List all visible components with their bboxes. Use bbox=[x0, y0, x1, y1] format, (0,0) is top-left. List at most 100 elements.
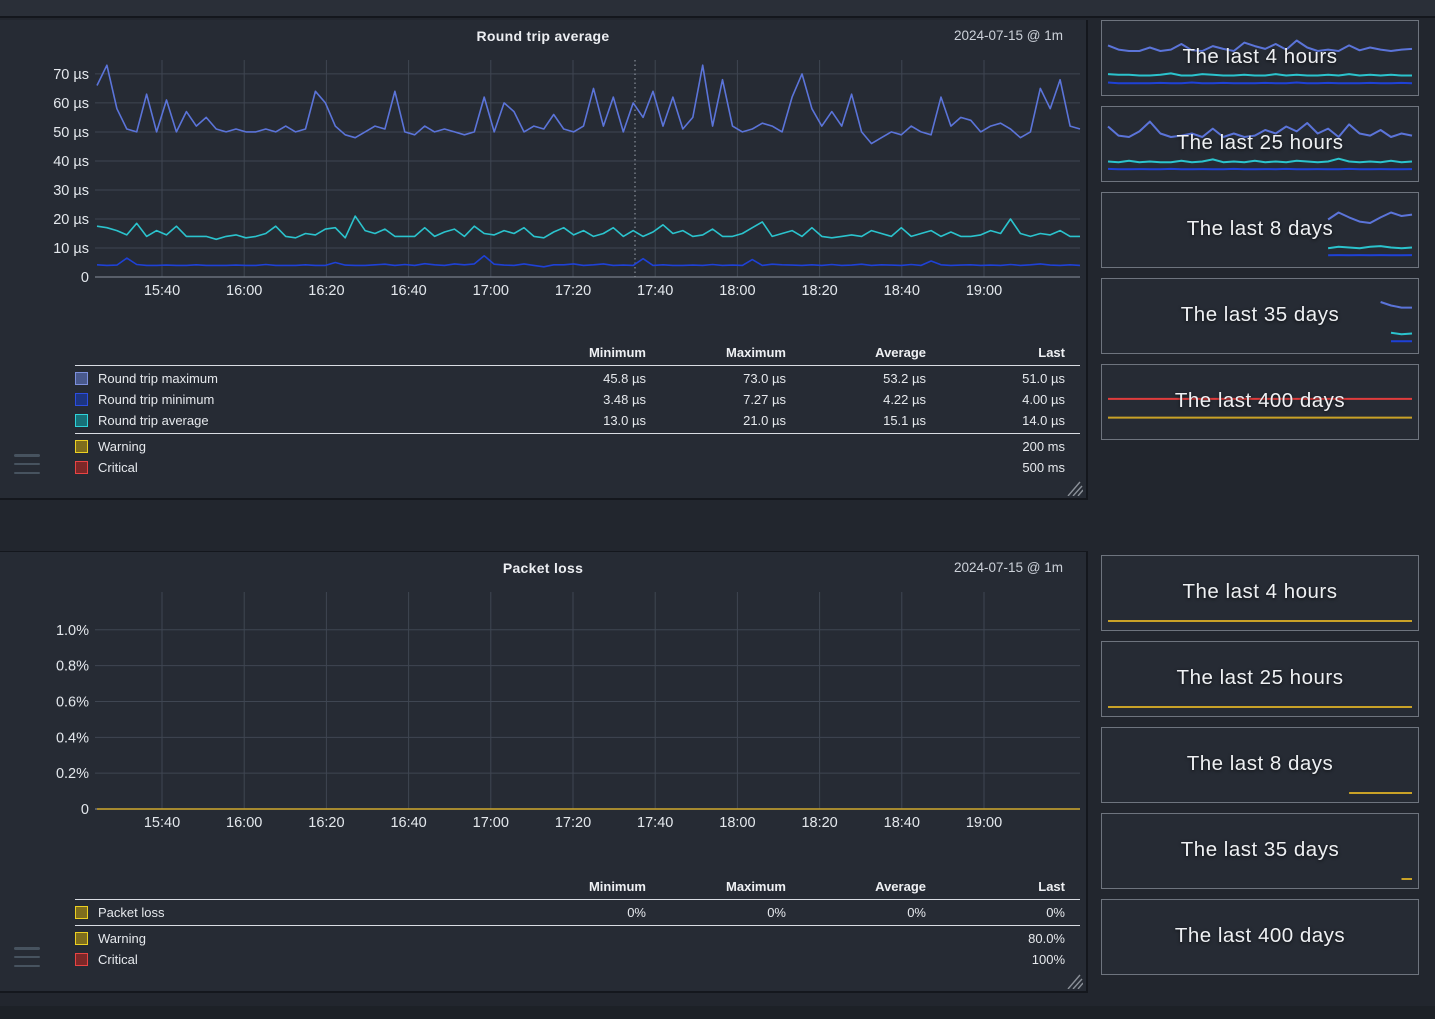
thumbnail-the-last-400-days[interactable]: The last 400 days bbox=[1101, 899, 1419, 975]
drag-handle-icon[interactable] bbox=[14, 947, 40, 967]
legend-value-last: 200 ms bbox=[941, 439, 1080, 454]
legend-value-average: 0% bbox=[801, 905, 941, 920]
packet-loss-chart[interactable]: 1.0%0.8%0.6%0.4%0.2%015:4016:0016:2016:4… bbox=[0, 582, 1088, 837]
legend-value-last: 4.00 µs bbox=[941, 392, 1080, 407]
x-axis-label: 18:40 bbox=[884, 283, 920, 299]
x-axis-label: 16:00 bbox=[226, 815, 262, 831]
legend-header-maximum: Maximum bbox=[661, 345, 801, 360]
x-axis-label: 18:40 bbox=[884, 815, 920, 831]
x-axis-label: 19:00 bbox=[966, 815, 1002, 831]
x-axis-label: 17:00 bbox=[473, 283, 509, 299]
legend-row-critical[interactable]: Critical 100% bbox=[75, 949, 1080, 970]
sparkline-series bbox=[1391, 333, 1412, 334]
chart-title: Round trip average bbox=[0, 28, 1086, 44]
legend-header-row: Minimum Maximum Average Last bbox=[75, 875, 1080, 897]
y-axis-label: 70 µs bbox=[53, 67, 89, 83]
x-axis-label: 16:20 bbox=[308, 815, 344, 831]
legend-value-minimum: 3.48 µs bbox=[511, 392, 661, 407]
legend-row-critical[interactable]: Critical 500 ms bbox=[75, 457, 1080, 478]
thumbnail-label: The last 8 days bbox=[1102, 217, 1418, 241]
legend-value-maximum: 21.0 µs bbox=[661, 413, 801, 428]
legend-value-minimum: 45.8 µs bbox=[511, 371, 661, 386]
legend-row-round-trip-average[interactable]: Round trip average 13.0 µs 21.0 µs 15.1 … bbox=[75, 410, 1080, 431]
legend-divider bbox=[75, 925, 1080, 926]
y-axis-label: 0.4% bbox=[56, 730, 89, 746]
resize-handle-icon[interactable] bbox=[1066, 974, 1083, 989]
legend-swatch bbox=[75, 414, 88, 427]
legend-value-last: 500 ms bbox=[941, 460, 1080, 475]
x-axis-label: 17:20 bbox=[555, 815, 591, 831]
legend-value-last: 14.0 µs bbox=[941, 413, 1080, 428]
round-trip-chart[interactable]: 70 µs60 µs50 µs40 µs30 µs20 µs10 µs015:4… bbox=[0, 50, 1088, 305]
legend-label: Round trip average bbox=[98, 413, 209, 428]
legend-header-last: Last bbox=[941, 345, 1080, 360]
legend-swatch bbox=[75, 932, 88, 945]
legend-row-packet-loss[interactable]: Packet loss 0% 0% 0% 0% bbox=[75, 902, 1080, 923]
x-axis-label: 19:00 bbox=[966, 283, 1002, 299]
x-axis-labels: 15:40 16:00 16:20 16:40 17:00 17:20 17:40 18:00… bbox=[144, 815, 1002, 831]
y-axis-label: 10 µs bbox=[53, 241, 89, 257]
thumbnail-the-last-25-hours[interactable]: The last 25 hours bbox=[1101, 106, 1419, 182]
y-axis-label: 20 µs bbox=[53, 212, 89, 228]
packet-loss-panel: Packet loss 2024-07-15 @ 1m 1.0%0.8%0.6%… bbox=[0, 551, 1088, 993]
x-axis-label: 15:40 bbox=[144, 815, 180, 831]
resize-handle-icon[interactable] bbox=[1066, 481, 1083, 496]
sparkline-series bbox=[1108, 83, 1412, 84]
y-axis-label: 0.8% bbox=[56, 659, 89, 675]
legend-swatch bbox=[75, 372, 88, 385]
x-axis-label: 18:00 bbox=[719, 815, 755, 831]
legend-divider bbox=[75, 433, 1080, 434]
legend-swatch bbox=[75, 906, 88, 919]
x-axis-label: 16:40 bbox=[390, 283, 426, 299]
thumbnail-label: The last 35 days bbox=[1102, 303, 1418, 327]
y-axis-label: 0 bbox=[81, 270, 89, 286]
time-range-sidebar: The last 4 hours The last 25 hours The las… bbox=[1090, 20, 1435, 985]
x-axis-label: 16:20 bbox=[308, 283, 344, 299]
thumbnail-label: The last 4 hours bbox=[1102, 580, 1418, 604]
drag-handle-icon[interactable] bbox=[14, 454, 40, 474]
thumbnail-label: The last 4 hours bbox=[1102, 45, 1418, 69]
thumbnail-label: The last 25 hours bbox=[1102, 131, 1418, 155]
sparkline-series bbox=[1108, 159, 1412, 163]
thumbnail-the-last-4-hours[interactable]: The last 4 hours bbox=[1101, 20, 1419, 96]
y-axis-label: 0 bbox=[81, 802, 89, 818]
round-trip-title-row: Round trip average 2024-07-15 @ 1m bbox=[0, 20, 1086, 50]
legend-value-last: 100% bbox=[941, 952, 1080, 967]
legend-row-warning[interactable]: Warning 200 ms bbox=[75, 436, 1080, 457]
chart-timestamp: 2024-07-15 @ 1m bbox=[954, 560, 1063, 575]
thumbnail-the-last-8-days[interactable]: The last 8 days bbox=[1101, 727, 1419, 803]
legend-value-average: 4.22 µs bbox=[801, 392, 941, 407]
x-axis-label: 18:20 bbox=[801, 815, 837, 831]
legend-label: Warning bbox=[98, 931, 146, 946]
thumbnail-the-last-400-days[interactable]: The last 400 days bbox=[1101, 364, 1419, 440]
y-axis-labels: 70 µs60 µs50 µs40 µs30 µs20 µs10 µs0 bbox=[53, 67, 89, 286]
x-axis-labels: 15:4016:0016:2016:4017:0017:2017:4018:00… bbox=[144, 283, 1002, 299]
thumbnail-label: The last 8 days bbox=[1102, 752, 1418, 776]
sidebar-group-spacer bbox=[1090, 450, 1435, 555]
legend-header-average: Average bbox=[801, 879, 941, 894]
round-trip-previews-group: The last 4 hours The last 25 hours The las… bbox=[1090, 20, 1435, 440]
thumbnail-the-last-35-days[interactable]: The last 35 days bbox=[1101, 278, 1419, 354]
legend-row-warning[interactable]: Warning 80.0% bbox=[75, 928, 1080, 949]
gridlines bbox=[95, 592, 1080, 809]
thumbnail-the-last-4-hours[interactable]: The last 4 hours bbox=[1101, 555, 1419, 631]
x-axis-label: 16:40 bbox=[390, 815, 426, 831]
legend-value-last: 0% bbox=[941, 905, 1080, 920]
y-axis-label: 1.0% bbox=[56, 623, 89, 639]
thumbnail-the-last-25-hours[interactable]: The last 25 hours bbox=[1101, 641, 1419, 717]
thumbnail-the-last-8-days[interactable]: The last 8 days bbox=[1101, 192, 1419, 268]
thumbnail-the-last-35-days[interactable]: The last 35 days bbox=[1101, 813, 1419, 889]
legend-value-maximum: 73.0 µs bbox=[661, 371, 801, 386]
legend-header-average: Average bbox=[801, 345, 941, 360]
legend-row-round-trip-maximum[interactable]: Round trip maximum 45.8 µs 73.0 µs 53.2 … bbox=[75, 368, 1080, 389]
legend-value-average: 15.1 µs bbox=[801, 413, 941, 428]
x-axis-label: 18:20 bbox=[801, 283, 837, 299]
x-axis-label: 17:40 bbox=[637, 815, 673, 831]
legend-row-round-trip-minimum[interactable]: Round trip minimum 3.48 µs 7.27 µs 4.22 … bbox=[75, 389, 1080, 410]
legend-swatch bbox=[75, 393, 88, 406]
legend-value-last: 80.0% bbox=[941, 931, 1080, 946]
x-axis-label: 17:40 bbox=[637, 283, 673, 299]
legend-header-row: Minimum Maximum Average Last bbox=[75, 341, 1080, 363]
legend-header-last: Last bbox=[941, 879, 1080, 894]
x-axis-label: 17:00 bbox=[473, 815, 509, 831]
